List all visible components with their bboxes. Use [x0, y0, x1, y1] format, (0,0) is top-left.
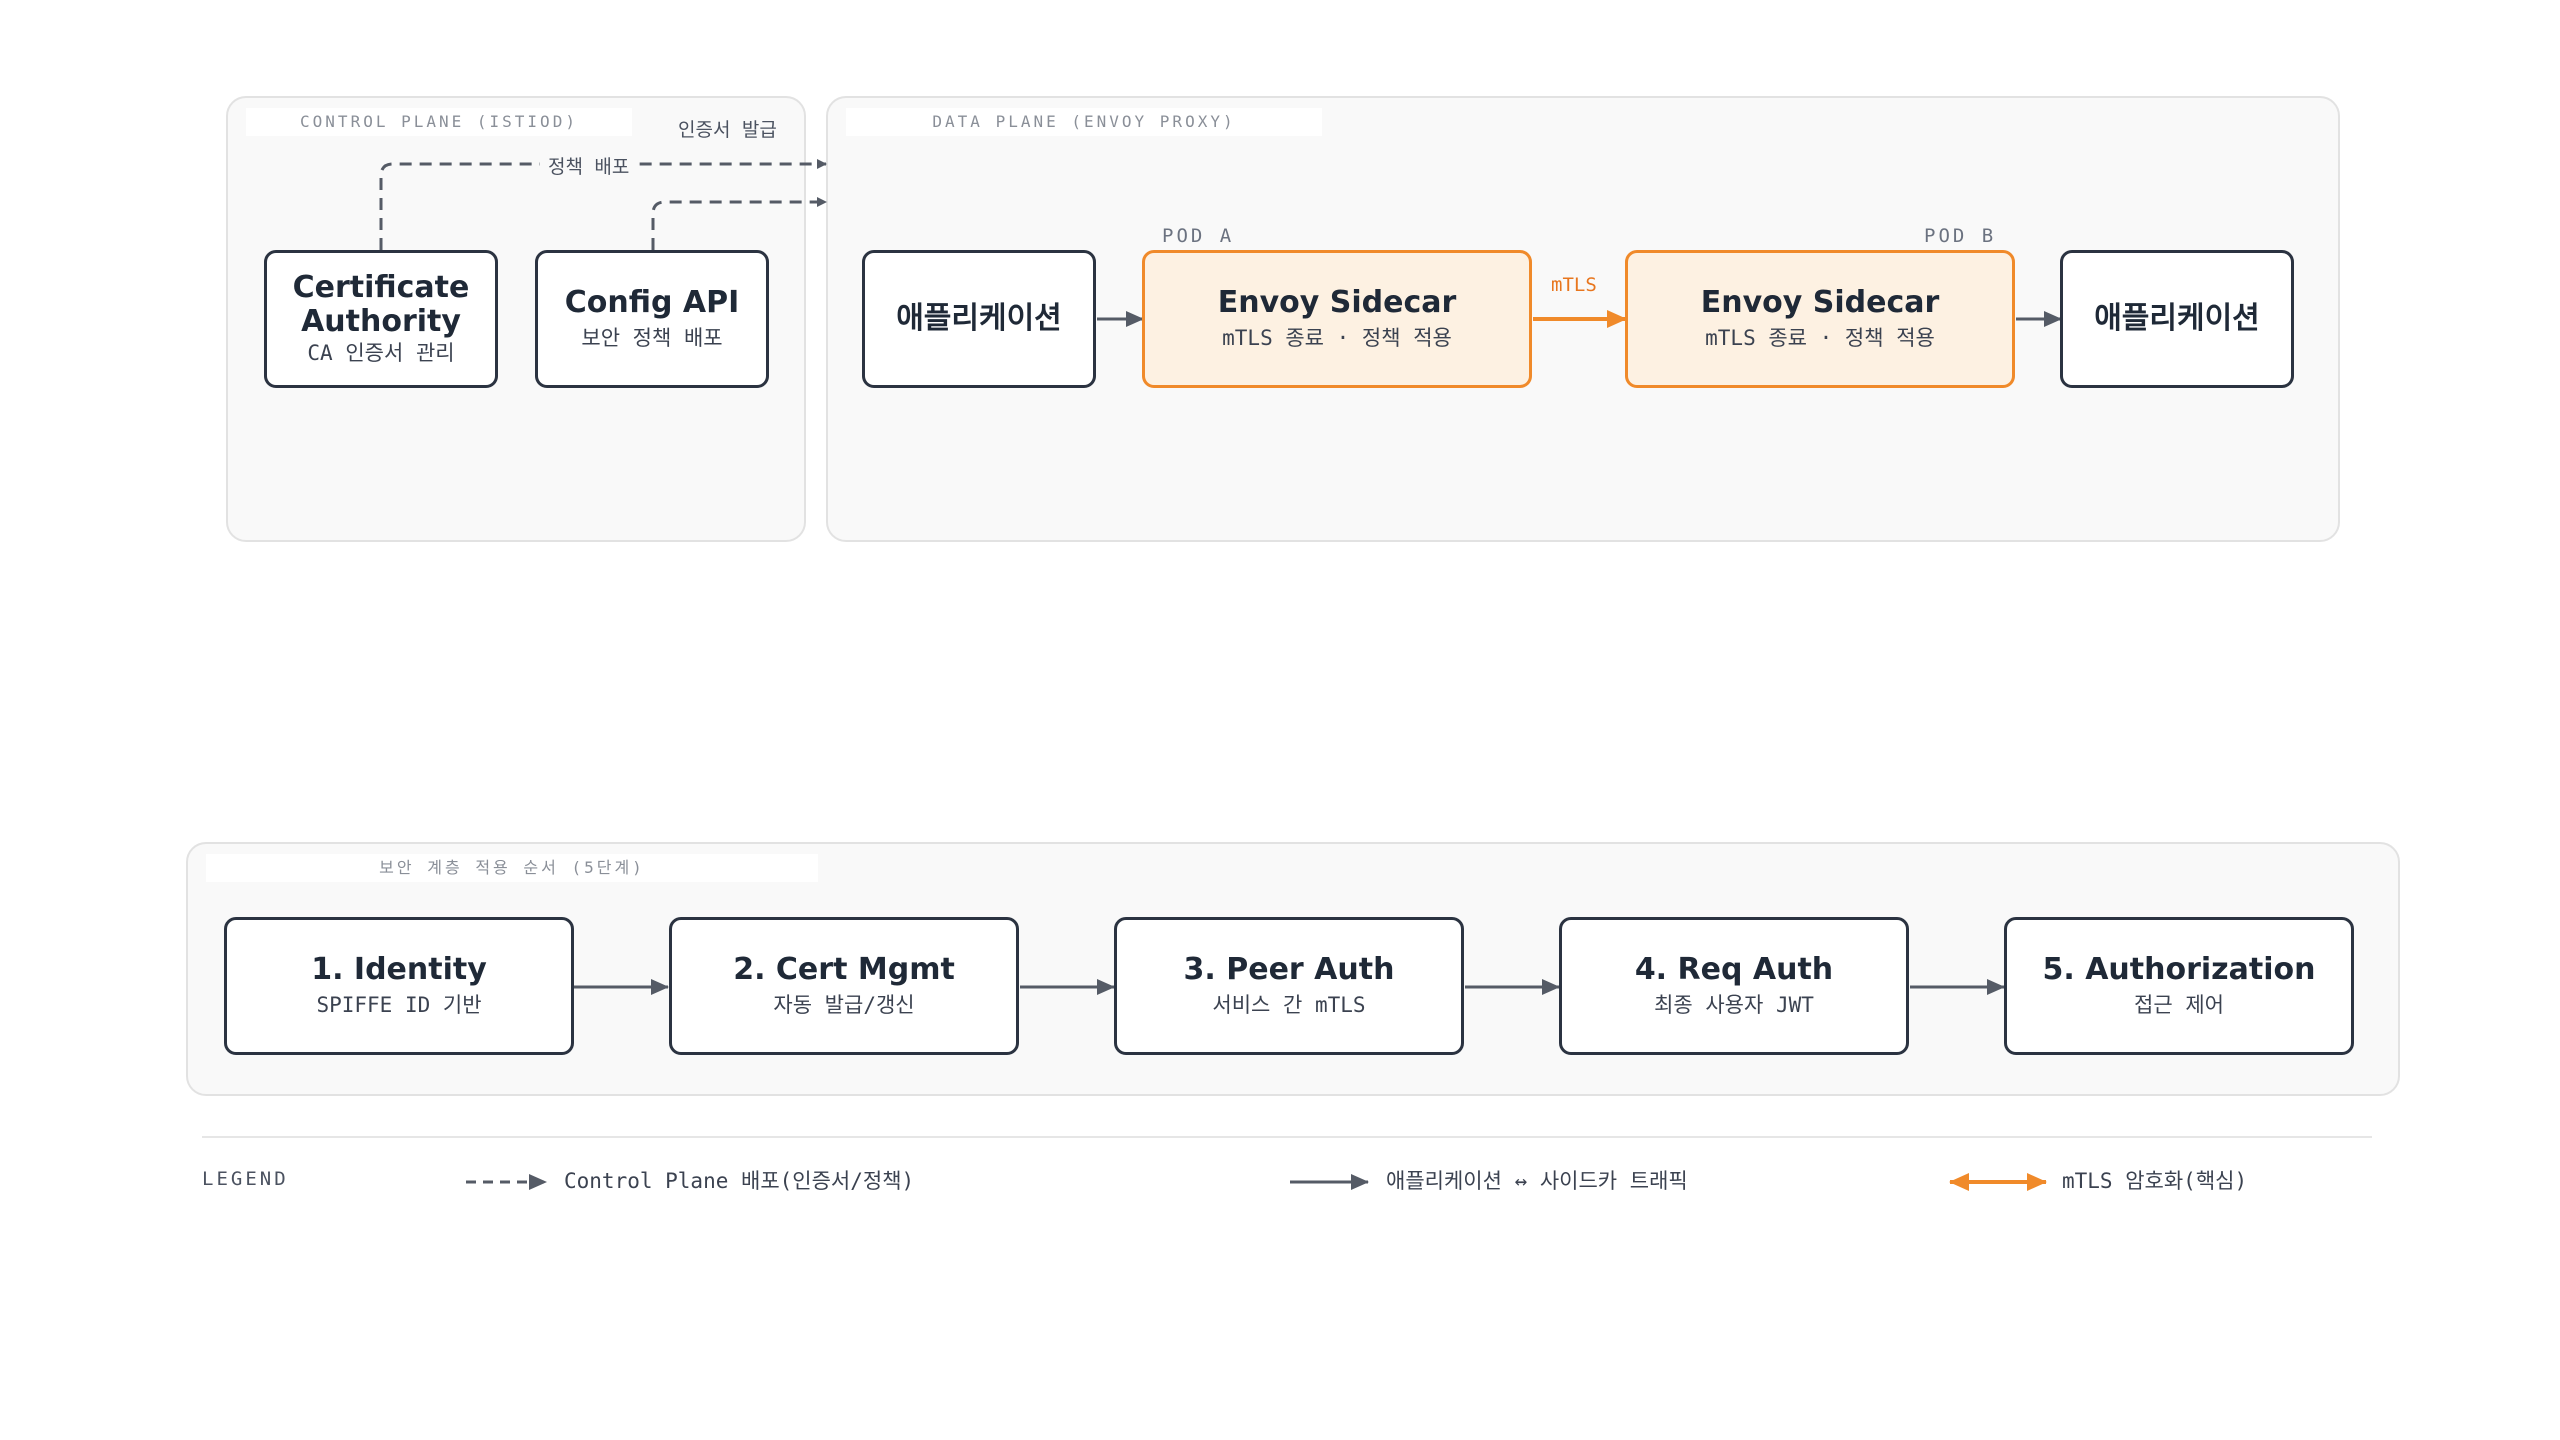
legend-title: LEGEND — [202, 1168, 289, 1190]
step-authorization-node: 5. Authorization 접근 제어 — [2004, 917, 2354, 1055]
pod-b-label: POD B — [1924, 225, 1997, 247]
sidecar-b-title: Envoy Sidecar — [1700, 285, 1940, 320]
legend-accent-label: mTLS 암호화(핵심) — [2062, 1169, 2248, 1193]
app-right-node: 애플리케이션 — [2060, 250, 2294, 388]
step-title: 4. Req Auth — [1634, 952, 1834, 987]
step-title: 5. Authorization — [2042, 952, 2316, 987]
step-title: 2. Cert Mgmt — [733, 952, 955, 987]
step-identity-node: 1. Identity SPIFFE ID 기반 — [224, 917, 574, 1055]
app-left-title: 애플리케이션 — [896, 301, 1062, 336]
sidecar-a-subtitle: mTLS 종료 · 정책 적용 — [1222, 326, 1452, 350]
step-cert-mgmt-node: 2. Cert Mgmt 자동 발급/갱신 — [669, 917, 1019, 1055]
certificate-authority-title: Certificate Authority — [292, 270, 470, 339]
config-api-title: Config API — [564, 285, 740, 320]
control-plane-title: CONTROL PLANE (ISTIOD) — [246, 108, 632, 136]
certificate-authority-subtitle: CA 인증서 관리 — [307, 341, 455, 365]
data-plane-title: DATA PLANE (ENVOY PROXY) — [846, 108, 1322, 136]
mtls-label: mTLS — [1551, 274, 1597, 296]
cert-issue-label: 인증서 발급 — [678, 119, 777, 141]
policy-deploy-label: 정책 배포 — [540, 155, 638, 179]
config-api-node: Config API 보안 정책 배포 — [535, 250, 769, 388]
pod-a-label: POD A — [1162, 225, 1235, 247]
step-subtitle: 서비스 간 mTLS — [1212, 993, 1366, 1017]
app-right-title: 애플리케이션 — [2094, 301, 2260, 336]
legend-solid-label: 애플리케이션 ↔ 사이드카 트래픽 — [1386, 1169, 1688, 1193]
legend-dashed-label: Control Plane 배포(인증서/정책) — [564, 1169, 915, 1193]
sidecar-a-title: Envoy Sidecar — [1217, 285, 1457, 320]
step-subtitle: 자동 발급/갱신 — [773, 993, 915, 1017]
legend-divider — [202, 1136, 2372, 1138]
step-title: 1. Identity — [311, 952, 487, 987]
step-peer-auth-node: 3. Peer Auth 서비스 간 mTLS — [1114, 917, 1464, 1055]
step-title: 3. Peer Auth — [1183, 952, 1395, 987]
sidecar-b-node: Envoy Sidecar mTLS 종료 · 정책 적용 — [1625, 250, 2015, 388]
step-subtitle: 접근 제어 — [2134, 993, 2224, 1017]
security-layers-title: 보안 계층 적용 순서 (5단계) — [206, 854, 818, 882]
step-subtitle: SPIFFE ID 기반 — [316, 993, 482, 1017]
app-left-node: 애플리케이션 — [862, 250, 1096, 388]
step-req-auth-node: 4. Req Auth 최종 사용자 JWT — [1559, 917, 1909, 1055]
config-api-subtitle: 보안 정책 배포 — [581, 326, 723, 350]
certificate-authority-node: Certificate Authority CA 인증서 관리 — [264, 250, 498, 388]
step-subtitle: 최종 사용자 JWT — [1654, 993, 1814, 1017]
sidecar-b-subtitle: mTLS 종료 · 정책 적용 — [1705, 326, 1935, 350]
sidecar-a-node: Envoy Sidecar mTLS 종료 · 정책 적용 — [1142, 250, 1532, 388]
